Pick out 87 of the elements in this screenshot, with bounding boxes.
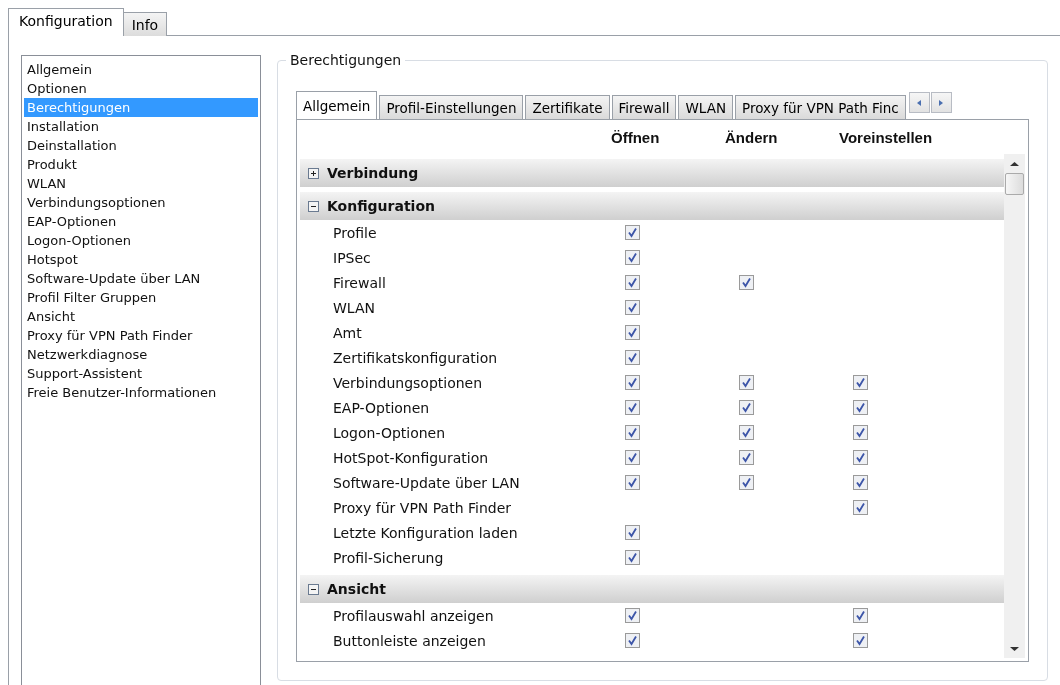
column-header: Öffnen bbox=[610, 128, 661, 146]
scrollbar[interactable] bbox=[1004, 154, 1025, 658]
sidebar-item[interactable]: Logon-Optionen bbox=[24, 231, 258, 250]
permission-label: Profile bbox=[333, 224, 378, 241]
section-header[interactable]: Ansicht bbox=[300, 575, 1004, 603]
checkbox[interactable] bbox=[853, 400, 868, 415]
permission-label: HotSpot-Konfiguration bbox=[333, 449, 490, 466]
expand-icon[interactable] bbox=[308, 167, 319, 179]
sidebar-item[interactable]: Netzwerkdiagnose bbox=[24, 345, 258, 364]
permission-label: Software-Update über LAN bbox=[333, 474, 521, 491]
checkbox[interactable] bbox=[625, 375, 640, 390]
sidebar-item[interactable]: Freie Benutzer-Informationen bbox=[24, 383, 258, 402]
permission-label: Letzte Konfiguration laden bbox=[333, 524, 519, 541]
tab[interactable]: Proxy für VPN Path Finc bbox=[735, 95, 906, 119]
column-header: Voreinstellen bbox=[839, 128, 934, 146]
sidebar-item[interactable]: Proxy für VPN Path Finder bbox=[24, 326, 258, 345]
permission-label: Amt bbox=[333, 324, 363, 341]
permission-label: Profilauswahl anzeigen bbox=[333, 607, 495, 624]
checkbox[interactable] bbox=[625, 550, 640, 565]
checkbox[interactable] bbox=[853, 500, 868, 515]
tab[interactable]: Profil-Einstellungen bbox=[379, 95, 524, 119]
checkbox[interactable] bbox=[853, 375, 868, 390]
permission-label: Proxy für VPN Path Finder bbox=[333, 499, 512, 516]
sidebar-item[interactable]: EAP-Optionen bbox=[24, 212, 258, 231]
checkbox[interactable] bbox=[625, 250, 640, 265]
group-title: Berechtigungen bbox=[286, 52, 406, 68]
checkbox[interactable] bbox=[739, 375, 754, 390]
checkbox[interactable] bbox=[625, 400, 640, 415]
collapse-icon[interactable] bbox=[308, 200, 319, 212]
sidebar-item[interactable]: Installation bbox=[24, 117, 258, 136]
checkbox[interactable] bbox=[625, 633, 640, 648]
sidebar-item[interactable]: Optionen bbox=[24, 79, 258, 98]
sidebar-item[interactable]: WLAN bbox=[24, 174, 258, 193]
sidebar-item[interactable]: Hotspot bbox=[24, 250, 258, 269]
scroll-down-icon[interactable] bbox=[1010, 646, 1019, 652]
scroll-right-button[interactable] bbox=[930, 92, 952, 113]
checkbox[interactable] bbox=[625, 225, 640, 240]
checkbox[interactable] bbox=[625, 525, 640, 540]
scroll-up-icon[interactable] bbox=[1010, 161, 1019, 167]
permission-label: Firewall bbox=[333, 274, 387, 291]
checkbox[interactable] bbox=[739, 400, 754, 415]
sidebar-item[interactable]: Allgemein bbox=[24, 60, 258, 79]
sidebar-item[interactable]: Support-Assistent bbox=[24, 364, 258, 383]
checkbox[interactable] bbox=[853, 425, 868, 440]
collapse-icon[interactable] bbox=[308, 583, 319, 595]
sidebar-item[interactable]: Software-Update über LAN bbox=[24, 269, 258, 288]
sidebar-item[interactable]: Profil Filter Gruppen bbox=[24, 288, 258, 307]
tab[interactable]: Firewall bbox=[611, 95, 677, 119]
checkbox[interactable] bbox=[625, 300, 640, 315]
checkbox[interactable] bbox=[853, 450, 868, 465]
checkbox[interactable] bbox=[625, 608, 640, 623]
checkbox[interactable] bbox=[853, 608, 868, 623]
checkbox[interactable] bbox=[625, 275, 640, 290]
checkbox[interactable] bbox=[625, 350, 640, 365]
sidebar-item[interactable]: Produkt bbox=[24, 155, 258, 174]
checkbox[interactable] bbox=[853, 475, 868, 490]
permission-label: Buttonleiste anzeigen bbox=[333, 632, 487, 649]
left-arrow-icon bbox=[915, 98, 924, 107]
scroll-left-button[interactable] bbox=[908, 92, 930, 113]
column-header: Ändern bbox=[725, 128, 779, 146]
checkbox[interactable] bbox=[625, 450, 640, 465]
tab[interactable]: Allgemein bbox=[296, 91, 378, 119]
permission-label: Profil-Sicherung bbox=[333, 549, 445, 566]
checkbox[interactable] bbox=[739, 450, 754, 465]
permission-label: WLAN bbox=[333, 299, 376, 316]
permission-label: Verbindungsoptionen bbox=[333, 374, 484, 391]
scrollbar-thumb[interactable] bbox=[1005, 173, 1024, 195]
sidebar-item[interactable]: Verbindungsoptionen bbox=[24, 193, 258, 212]
tab[interactable]: Info bbox=[122, 12, 168, 36]
permission-label: EAP-Optionen bbox=[333, 399, 431, 416]
tab[interactable]: Konfiguration bbox=[8, 8, 124, 36]
tab[interactable]: WLAN bbox=[678, 95, 733, 119]
checkbox[interactable] bbox=[739, 425, 754, 440]
tab[interactable]: Zertifikate bbox=[525, 95, 610, 119]
permission-label: Logon-Optionen bbox=[333, 424, 447, 441]
checkbox[interactable] bbox=[853, 633, 868, 648]
sidebar-item[interactable]: Deinstallation bbox=[24, 136, 258, 155]
permission-label: Zertifikatskonfiguration bbox=[333, 349, 499, 366]
checkbox[interactable] bbox=[739, 475, 754, 490]
checkbox[interactable] bbox=[739, 275, 754, 290]
checkbox[interactable] bbox=[625, 325, 640, 340]
permission-label: IPSec bbox=[333, 249, 372, 266]
section-header[interactable]: Konfiguration bbox=[300, 192, 1004, 220]
checkbox[interactable] bbox=[625, 425, 640, 440]
section-header[interactable]: Verbindung bbox=[300, 159, 1004, 187]
sidebar-item[interactable]: Ansicht bbox=[24, 307, 258, 326]
checkbox[interactable] bbox=[625, 475, 640, 490]
